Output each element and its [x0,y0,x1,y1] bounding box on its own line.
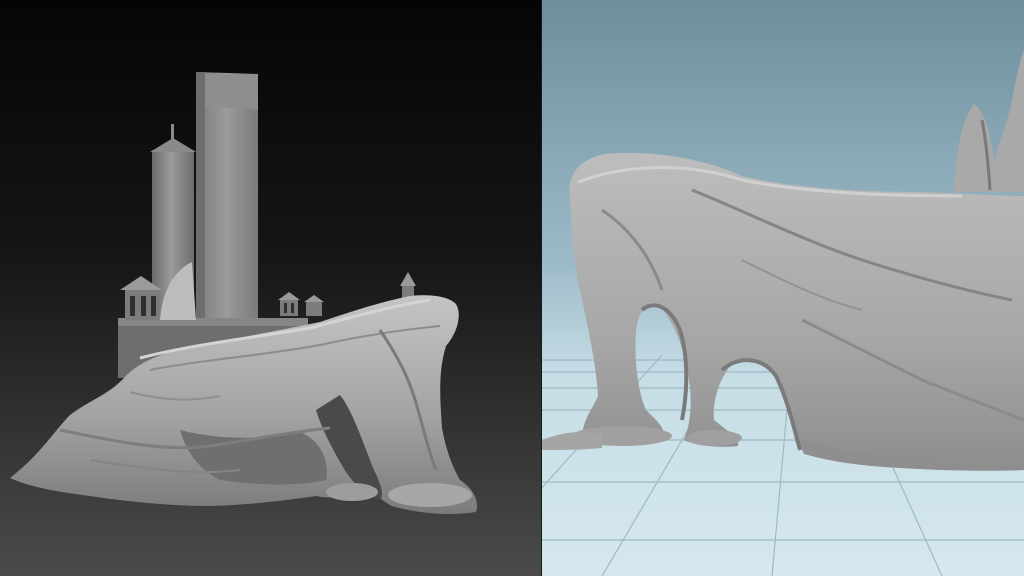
left-viewport [0,0,542,576]
right-render [542,0,1024,576]
left-render [0,0,542,576]
comparison-frame [0,0,1024,576]
right-viewport [542,0,1024,576]
tall-tower [196,72,258,320]
